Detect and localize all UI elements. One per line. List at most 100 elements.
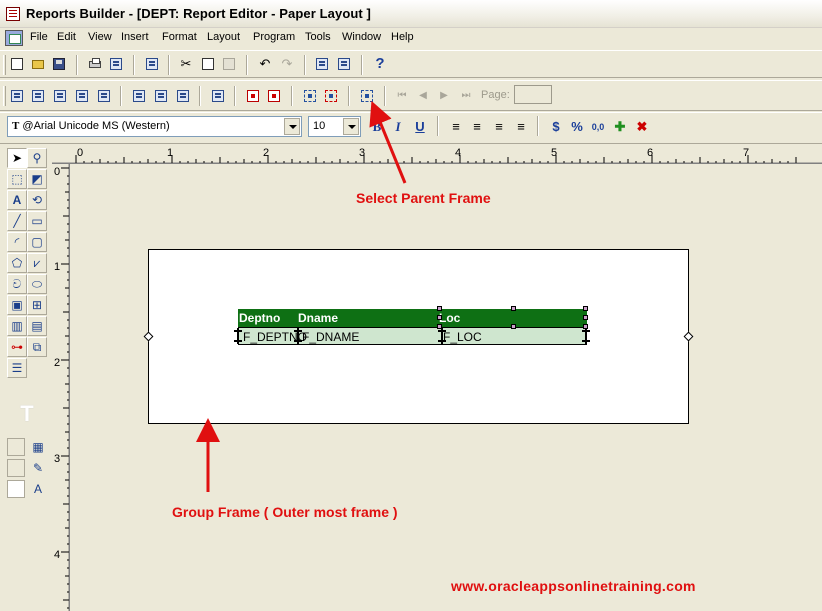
selection-handle[interactable] xyxy=(583,315,588,320)
align-left-button[interactable]: ≡ xyxy=(447,118,465,136)
fill-color-swatch[interactable] xyxy=(7,438,25,456)
trailer-section-icon xyxy=(177,90,189,102)
menu-edit[interactable]: Edit xyxy=(57,31,76,43)
menu-insert[interactable]: Insert xyxy=(121,31,149,43)
font-size-select[interactable]: 10 xyxy=(308,116,361,137)
bold-button[interactable]: B xyxy=(368,118,386,136)
menu-format[interactable]: Format xyxy=(162,31,197,43)
page-number-input[interactable] xyxy=(514,85,552,104)
undo-button[interactable]: ↶ xyxy=(256,55,274,73)
frame-select-tool[interactable]: ⬚ xyxy=(7,169,27,189)
connect-icon xyxy=(146,58,158,70)
header-dname[interactable]: Dname xyxy=(298,311,338,325)
text-tool[interactable]: A xyxy=(7,190,27,210)
graph-tool[interactable]: ▥ xyxy=(7,316,27,336)
field-tool[interactable]: ▤ xyxy=(27,316,47,336)
line-tool[interactable]: ╱ xyxy=(7,211,27,231)
link-file-tool[interactable]: ⊶ xyxy=(7,337,27,357)
web-source-button[interactable] xyxy=(29,87,47,105)
justify-button[interactable]: ≡ xyxy=(512,118,530,136)
italic-button[interactable]: I xyxy=(389,118,407,136)
magnify-tool[interactable]: ⚲ xyxy=(27,148,47,168)
header-deptno[interactable]: Deptno xyxy=(239,311,280,325)
font-family-select[interactable]: T @Arial Unicode MS (Western) xyxy=(7,116,302,137)
paste-button[interactable] xyxy=(220,55,238,73)
help-button[interactable]: ? xyxy=(371,55,389,73)
arc-tool[interactable]: ◜ xyxy=(7,232,27,252)
confine-mode-button[interactable] xyxy=(209,87,227,105)
percent-button[interactable]: % xyxy=(568,118,586,136)
frame-tool[interactable]: ▣ xyxy=(7,295,27,315)
polygon-tool[interactable]: ⬠ xyxy=(7,253,27,273)
previous-page-button[interactable]: ◀ xyxy=(414,87,432,105)
commas-button[interactable]: 0,0 xyxy=(589,118,607,136)
connect-button[interactable] xyxy=(143,55,161,73)
rounded-rectangle-tool[interactable]: ▢ xyxy=(27,232,47,252)
report-wizard-tool[interactable]: ☰ xyxy=(7,358,27,378)
selection-handle[interactable] xyxy=(583,306,588,311)
select-children-button[interactable] xyxy=(301,87,319,105)
reshape-tool[interactable]: ◩ xyxy=(27,169,47,189)
freehand-tool[interactable]: ව xyxy=(7,274,27,294)
reports-builder-app-icon[interactable] xyxy=(6,7,20,21)
align-right-button[interactable]: ≡ xyxy=(490,118,508,136)
open-button[interactable] xyxy=(29,55,47,73)
select-siblings-button[interactable] xyxy=(322,87,340,105)
remove-decimal-button[interactable]: ✖ xyxy=(633,118,651,136)
trailer-section-button[interactable] xyxy=(174,87,192,105)
select-tool[interactable]: ➤ xyxy=(7,148,27,168)
cut-button[interactable]: ✂ xyxy=(177,55,195,73)
last-page-button[interactable]: ⏭ xyxy=(457,87,475,105)
copy-button[interactable] xyxy=(199,55,217,73)
ruler-left-3: 3 xyxy=(54,453,61,465)
group-frame-annotation: Group Frame ( Outer most frame ) xyxy=(172,504,398,520)
debug-button[interactable] xyxy=(335,55,353,73)
menu-file[interactable]: File xyxy=(30,31,48,43)
first-page-button[interactable]: ⏮ xyxy=(393,87,411,105)
underline-button[interactable]: U xyxy=(411,118,429,136)
polyline-tool[interactable]: ⩗ xyxy=(27,253,47,273)
selection-handle[interactable] xyxy=(511,306,516,311)
parameter-form-button[interactable] xyxy=(95,87,113,105)
rectangle-tool[interactable]: ▭ xyxy=(27,211,47,231)
menu-help[interactable]: Help xyxy=(391,31,414,43)
menu-layout[interactable]: Layout xyxy=(207,31,240,43)
report-block-tool[interactable]: ⧉ xyxy=(27,337,47,357)
next-page-button[interactable]: ▶ xyxy=(435,87,453,105)
toolbar-grip[interactable] xyxy=(3,55,6,75)
menu-view[interactable]: View xyxy=(88,31,112,43)
size-dropdown-arrow-icon[interactable] xyxy=(343,118,359,135)
font-dropdown-arrow-icon[interactable] xyxy=(284,118,300,135)
rotate-tool[interactable]: ⟲ xyxy=(27,190,47,210)
toolbar-grip[interactable] xyxy=(3,86,6,106)
bring-forward-button[interactable] xyxy=(265,87,283,105)
print-button[interactable] xyxy=(86,55,104,73)
text-color-swatch[interactable] xyxy=(7,480,25,498)
select-parent-frame-button[interactable] xyxy=(358,87,376,105)
main-section-button[interactable] xyxy=(152,87,170,105)
redo-button[interactable]: ↷ xyxy=(278,55,296,73)
flex-mode-button[interactable] xyxy=(244,87,262,105)
document-system-icon[interactable] xyxy=(5,30,23,46)
menu-window[interactable]: Window xyxy=(342,31,381,43)
menu-tools[interactable]: Tools xyxy=(305,31,331,43)
repeating-frame-tool[interactable]: ⊞ xyxy=(27,295,47,315)
mail-button[interactable] xyxy=(107,55,125,73)
menu-program[interactable]: Program xyxy=(253,31,295,43)
selection-handle[interactable] xyxy=(437,306,442,311)
run-report-button[interactable] xyxy=(313,55,331,73)
selection-handle[interactable] xyxy=(437,315,442,320)
add-decimal-button[interactable]: ✚ xyxy=(611,118,629,136)
save-button[interactable] xyxy=(50,55,68,73)
data-model-button[interactable] xyxy=(8,87,26,105)
header-loc[interactable]: Loc xyxy=(439,311,460,325)
paper-design-button[interactable] xyxy=(73,87,91,105)
new-button[interactable] xyxy=(8,55,26,73)
currency-button[interactable]: $ xyxy=(547,118,565,136)
ellipse-tool[interactable]: ⬭ xyxy=(27,274,47,294)
line-color-swatch[interactable] xyxy=(7,459,25,477)
paper-layout-button[interactable] xyxy=(51,87,69,105)
header-section-button[interactable] xyxy=(130,87,148,105)
align-center-button[interactable]: ≡ xyxy=(468,118,486,136)
remove-decimal-icon: ✖ xyxy=(636,119,648,134)
